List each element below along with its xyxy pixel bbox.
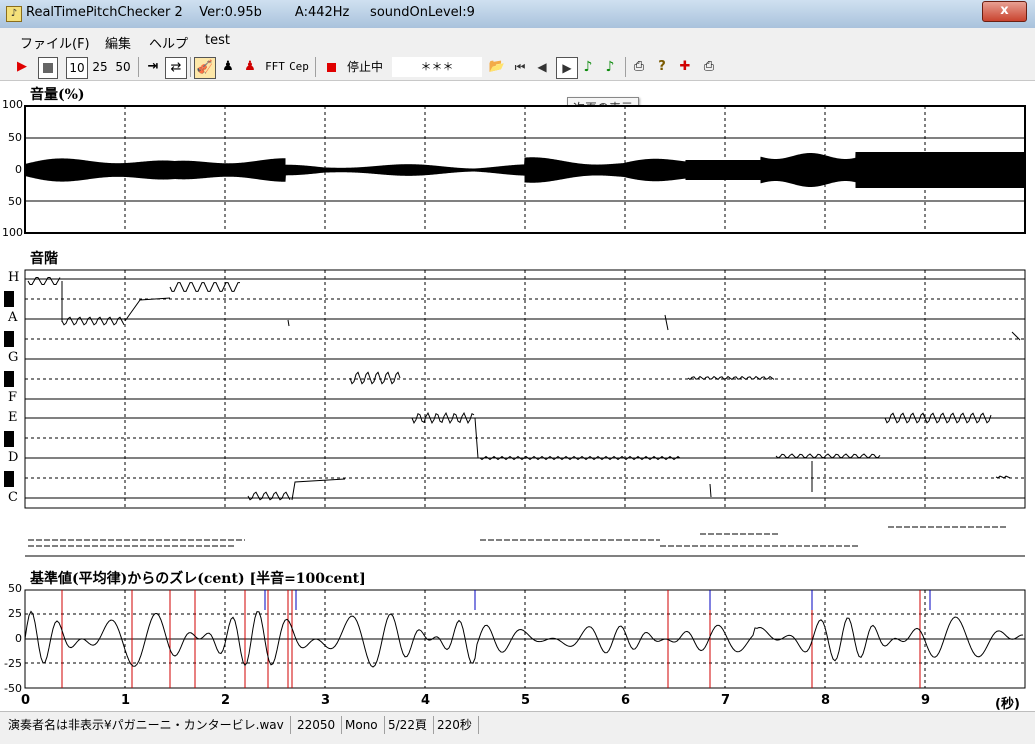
status-file: 演奏者名は非表示¥パガニーニ・カンタービレ.wav (8, 716, 291, 734)
status-bar: 演奏者名は非表示¥パガニーニ・カンタービレ.wav 22050 Mono 5/2… (0, 711, 1035, 744)
status-rate: 22050 (297, 716, 343, 734)
status-page: 5/22頁 (388, 716, 434, 734)
graph-canvas[interactable] (0, 0, 1035, 743)
status-channels: Mono (345, 716, 385, 734)
scale-panel-frame (24, 269, 1026, 509)
status-duration: 220秒 (437, 716, 479, 734)
